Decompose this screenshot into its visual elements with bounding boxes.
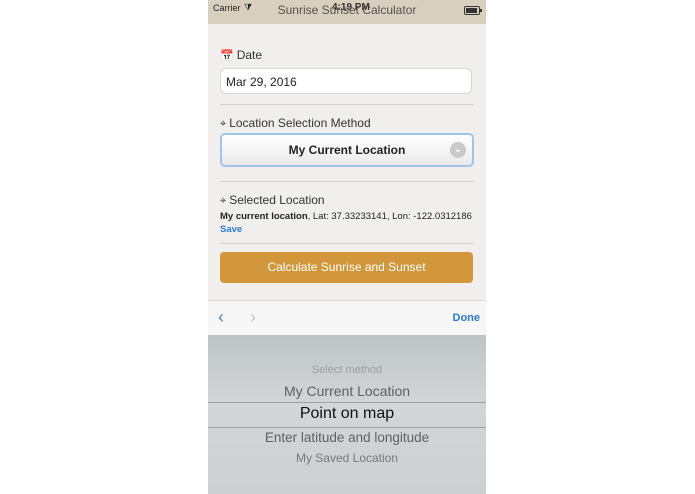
selected-location-label-row: ⌖ Selected Location bbox=[220, 193, 325, 208]
selected-location-label: Selected Location bbox=[229, 193, 325, 207]
next-field-icon[interactable]: › bbox=[250, 307, 256, 328]
picker-option-selected[interactable]: Point on map bbox=[208, 405, 486, 423]
previous-field-icon[interactable]: ‹ bbox=[218, 307, 224, 328]
status-bar: Carrier ⧩ 4:19 PM Sunrise Sunset Calcula… bbox=[208, 0, 486, 24]
keyboard-toolbar: ‹ › Done bbox=[208, 300, 486, 335]
picker-option[interactable]: My Current Location bbox=[208, 383, 486, 399]
method-picker[interactable]: Select method My Current Location Point … bbox=[208, 335, 486, 494]
done-button[interactable]: Done bbox=[453, 312, 481, 324]
calendar-icon: 📅 bbox=[220, 50, 234, 62]
divider bbox=[220, 243, 474, 244]
selected-location-info: My current location, Lat: 37.33233141, L… bbox=[220, 210, 476, 236]
map-marker-icon: ⌖ bbox=[220, 118, 227, 130]
picker-option[interactable]: Select method bbox=[208, 364, 486, 376]
picker-selection-top bbox=[208, 402, 486, 403]
location-method-label-row: ⌖ Location Selection Method bbox=[220, 116, 371, 131]
location-method-select[interactable]: My Current Location ⌄ bbox=[220, 133, 474, 167]
battery-icon bbox=[464, 6, 482, 15]
divider bbox=[220, 104, 474, 105]
location-name: My current location bbox=[220, 211, 308, 222]
divider bbox=[220, 181, 474, 182]
save-location-link[interactable]: Save bbox=[220, 224, 242, 235]
location-method-value: My Current Location bbox=[288, 143, 406, 157]
location-method-label: Location Selection Method bbox=[229, 116, 371, 130]
picker-selection-bottom bbox=[208, 427, 486, 428]
phone-screen: Carrier ⧩ 4:19 PM Sunrise Sunset Calcula… bbox=[208, 0, 486, 494]
picker-option[interactable]: Enter latitude and longitude bbox=[208, 430, 486, 445]
date-label-row: 📅 Date bbox=[220, 48, 262, 62]
chevron-down-icon: ⌄ bbox=[450, 142, 466, 158]
date-label: Date bbox=[236, 48, 263, 62]
calculate-button[interactable]: Calculate Sunrise and Sunset bbox=[220, 252, 473, 283]
date-field[interactable]: Mar 29, 2016 bbox=[220, 68, 472, 94]
nav-title: Sunrise Sunset Calculator bbox=[277, 3, 417, 17]
location-coords: , Lat: 37.33233141, Lon: -122.0312186 bbox=[307, 211, 472, 222]
picker-option[interactable]: My Saved Location bbox=[208, 451, 486, 465]
map-marker-icon: ⌖ bbox=[220, 195, 227, 207]
